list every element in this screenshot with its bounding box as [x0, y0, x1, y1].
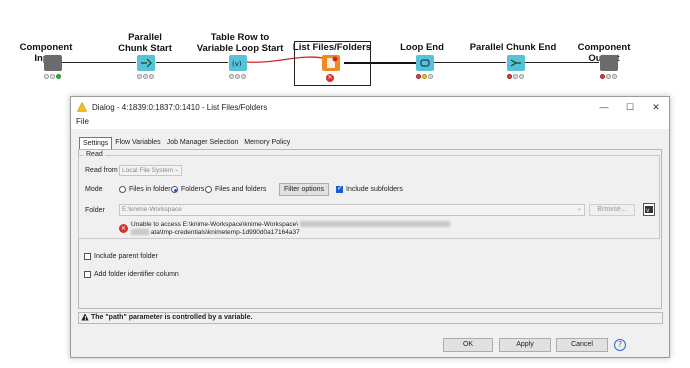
component-output-icon[interactable]	[600, 55, 618, 71]
node-status-component-input	[44, 74, 61, 80]
connection-2	[156, 62, 228, 63]
help-icon[interactable]: ?	[614, 339, 626, 351]
node-status-parallel-chunk-start	[137, 74, 154, 80]
node-status-table-row-to-variable-loop-start	[229, 74, 246, 80]
svg-text:!: !	[84, 316, 86, 321]
node-status-loop-end	[416, 74, 433, 80]
add-folder-identifier-checkbox[interactable]	[84, 271, 91, 278]
node-label-list-files-folders: List Files/Folders	[292, 42, 372, 53]
read-from-value: Local File System	[122, 167, 174, 174]
mode-label: Mode	[85, 186, 103, 193]
read-from-label: Read from	[85, 167, 118, 174]
include-subfolders-label: Include subfolders	[346, 186, 403, 193]
node-error-icon: ✕	[326, 74, 334, 82]
redacted-path-2	[131, 229, 149, 236]
radio-files-and-folders-label: Files and folders	[215, 186, 267, 193]
read-legend: Read	[84, 151, 105, 158]
node-label-parallel-chunk-start: Parallel Chunk Start	[118, 32, 172, 54]
warning-triangle-icon: !	[81, 313, 89, 322]
node-status-component-output	[600, 74, 617, 80]
cancel-button[interactable]: Cancel	[556, 338, 608, 352]
loop-end-icon[interactable]	[416, 55, 434, 71]
read-from-select[interactable]: Local File System ⌄	[119, 165, 182, 176]
radio-folders[interactable]	[171, 186, 178, 193]
radio-folders-label: Folders	[181, 186, 205, 193]
error-icon: ✕	[119, 224, 128, 233]
add-folder-identifier-label: Add folder identifier column	[94, 271, 179, 278]
parallel-chunk-start-icon[interactable]	[137, 55, 155, 71]
node-label-parallel-chunk-end: Parallel Chunk End	[469, 42, 557, 53]
include-parent-folder-label: Include parent folder	[94, 253, 158, 260]
list-files-dialog: Dialog - 4:1839:0:1837:0:1410 - List Fil…	[70, 96, 670, 358]
component-input-icon[interactable]	[44, 55, 62, 71]
node-status-parallel-chunk-end	[507, 74, 524, 80]
close-icon[interactable]: ✕	[643, 102, 669, 113]
error-line-2: ata\tmp-credentials\knimetemp-1d990d0a17…	[150, 229, 300, 236]
dialog-title: Dialog - 4:1839:0:1837:0:1410 - List Fil…	[92, 102, 268, 112]
node-label-table-row-to-variable-loop-start: Table Row to Variable Loop Start	[196, 32, 284, 54]
menu-file[interactable]: File	[76, 117, 89, 126]
radio-files-and-folders[interactable]	[205, 186, 212, 193]
parallel-chunk-end-icon[interactable]	[507, 55, 525, 71]
radio-files-in-folder-label: Files in folder	[129, 186, 171, 193]
error-line-1: Unable to access E:\knime-Workspace\knim…	[131, 221, 299, 228]
node-label-loop-end: Loop End	[400, 42, 444, 53]
variable-control-icon[interactable]: v	[643, 203, 655, 216]
table-row-variable-loop-icon[interactable]: (v)	[229, 55, 247, 71]
svg-text:(v): (v)	[232, 60, 242, 68]
dialog-menubar: File	[71, 117, 669, 129]
variable-warning-bar: ! The "path" parameter is controlled by …	[78, 312, 663, 324]
folder-input[interactable]: E:\knime-Workspace ⌄	[119, 204, 585, 216]
ok-button[interactable]: OK	[443, 338, 493, 352]
include-subfolders-checkbox[interactable]	[336, 184, 343, 193]
connection-5	[434, 62, 506, 63]
folder-value: E:\knime-Workspace	[122, 206, 182, 213]
svg-text:v: v	[646, 207, 650, 214]
error-message: Unable to access E:\knime-Workspace\knim…	[131, 221, 591, 237]
browse-button[interactable]: Browse...	[589, 204, 635, 216]
include-parent-folder-checkbox[interactable]	[84, 253, 91, 260]
minimize-icon[interactable]: —	[591, 102, 617, 112]
list-files-folders-icon[interactable]	[322, 55, 340, 71]
folder-label: Folder	[85, 207, 105, 214]
chevron-down-icon: ⌄	[173, 167, 179, 173]
warning-triangle-icon	[77, 102, 87, 112]
maximize-icon[interactable]: ☐	[617, 102, 643, 113]
dialog-titlebar[interactable]: Dialog - 4:1839:0:1837:0:1410 - List Fil…	[71, 97, 669, 117]
apply-button[interactable]: Apply	[499, 338, 551, 352]
chevron-down-icon: ⌄	[576, 206, 582, 212]
filter-options-button[interactable]: Filter options	[279, 183, 329, 196]
warning-text: The "path" parameter is controlled by a …	[90, 314, 253, 321]
redacted-path	[300, 221, 451, 228]
radio-files-in-folder[interactable]	[119, 186, 126, 193]
